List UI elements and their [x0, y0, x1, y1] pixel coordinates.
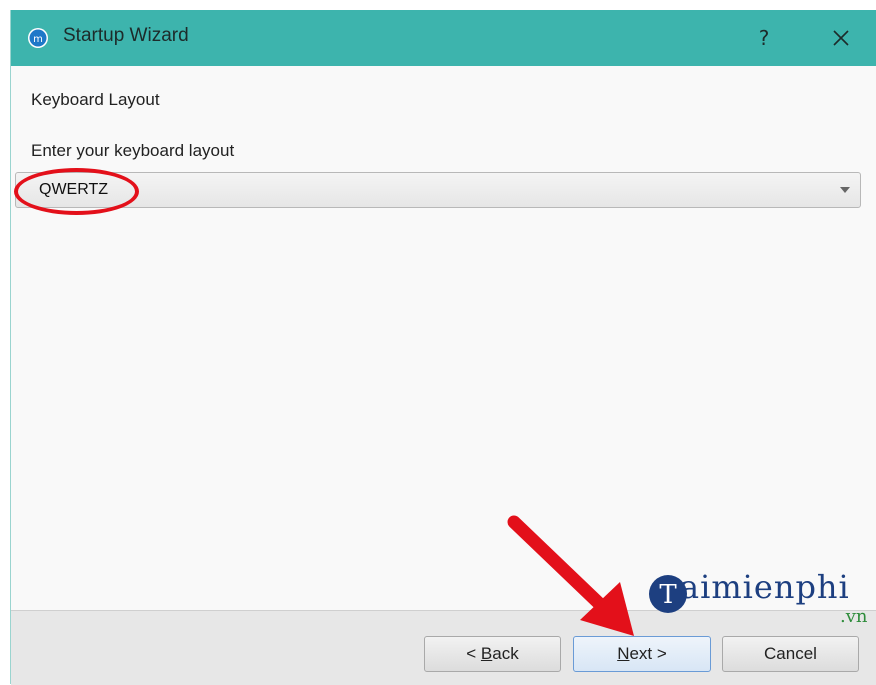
watermark-suffix: .vn — [840, 606, 868, 627]
watermark-brand: aimienphi — [680, 568, 850, 606]
keyboard-layout-label: Enter your keyboard layout — [31, 141, 235, 160]
next-button[interactable]: Next > — [573, 636, 711, 672]
app-logo-icon: m — [28, 28, 48, 48]
back-button-rest: ack — [492, 644, 519, 663]
watermark: T aimienphi .vn — [640, 560, 876, 630]
watermark-logo-letter: T — [659, 580, 677, 610]
cancel-button[interactable]: Cancel — [722, 636, 859, 672]
close-icon — [833, 30, 849, 46]
back-button-mnemonic: B — [480, 644, 493, 663]
keyboard-layout-select[interactable]: QWERTZ — [15, 172, 861, 208]
back-button-prefix: < — [466, 644, 481, 663]
close-button[interactable] — [819, 10, 863, 66]
window-title: Startup Wizard — [63, 25, 189, 46]
back-button[interactable]: < Back — [424, 636, 561, 672]
title-bar: m Startup Wizard ? — [11, 10, 876, 66]
page-heading: Keyboard Layout — [31, 90, 160, 109]
help-button[interactable]: ? — [746, 10, 782, 66]
next-button-mnemonic: N — [617, 644, 630, 663]
svg-text:m: m — [33, 34, 43, 45]
wizard-content: Keyboard Layout Enter your keyboard layo… — [11, 66, 876, 606]
chevron-down-icon — [840, 187, 850, 193]
highlight-ellipse — [14, 168, 139, 215]
next-button-rest: ext > — [629, 644, 667, 663]
